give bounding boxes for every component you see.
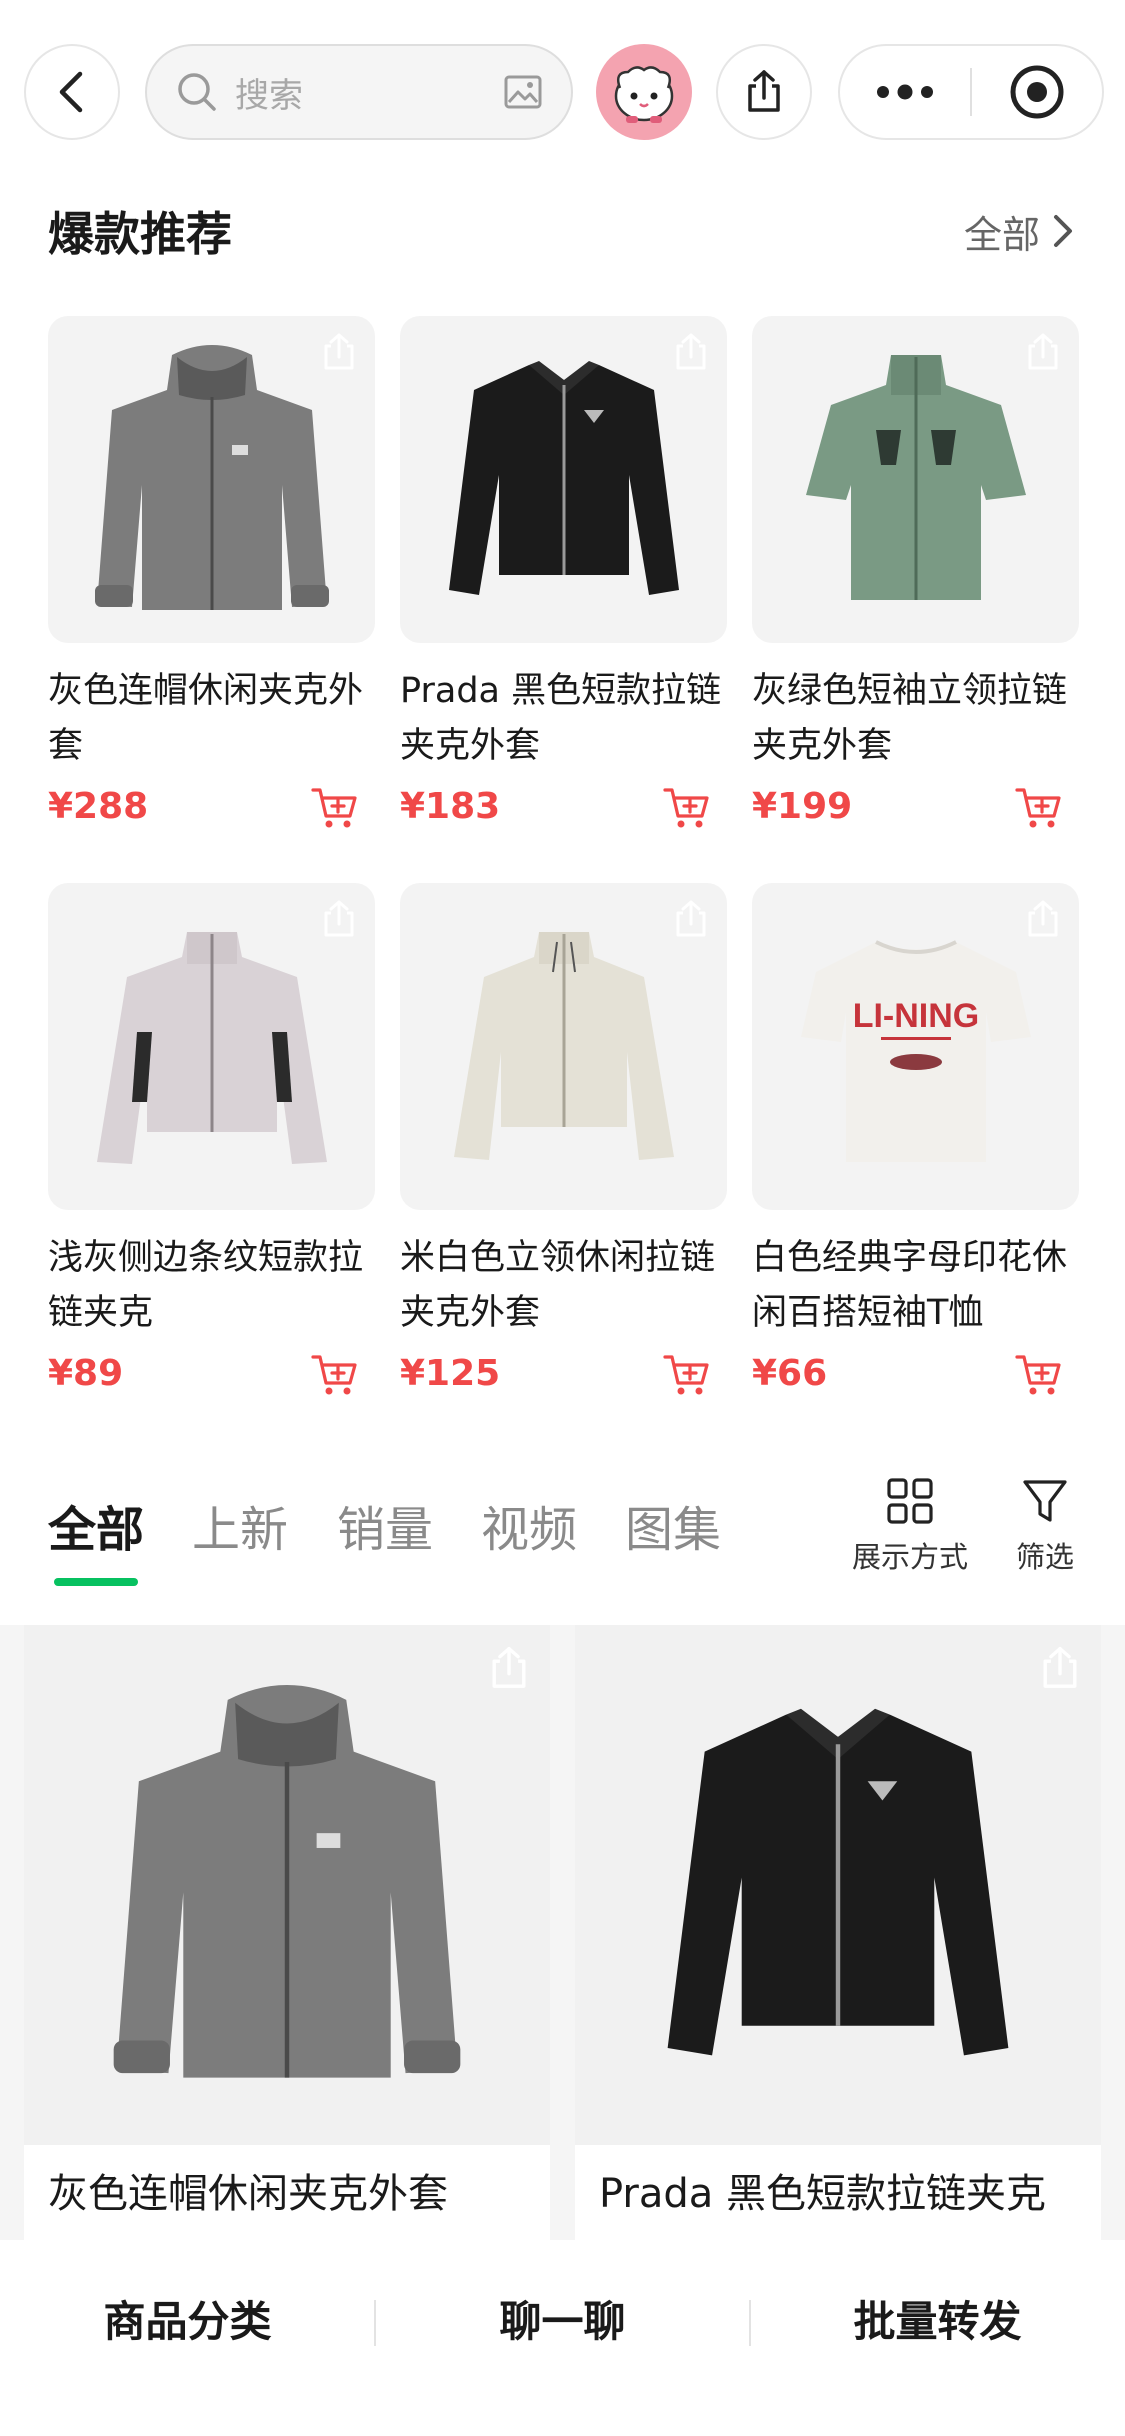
batch-forward-button[interactable]: 批量转发 <box>750 2288 1125 2349</box>
share-icon[interactable] <box>317 330 361 374</box>
product-price: ¥66 <box>752 1353 828 1394</box>
add-to-cart-icon[interactable] <box>662 782 712 832</box>
filter-funnel-icon <box>1023 1480 1067 1522</box>
product-card[interactable]: 米白色立领休闲拉链夹克外套 ¥125 <box>400 883 727 1413</box>
product-image[interactable] <box>400 883 727 1210</box>
share-icon[interactable] <box>1035 1643 1085 1693</box>
active-tab-indicator <box>54 1578 138 1586</box>
product-image[interactable] <box>48 316 375 643</box>
black-cropped-jacket-image <box>667 1708 1009 2056</box>
product-price: ¥183 <box>400 786 501 827</box>
product-name: Prada 黑色短款拉链夹克 <box>599 2171 1046 2217</box>
hot-section-header: 爆款推荐 全部 <box>48 196 1078 266</box>
more-menu-button[interactable] <box>840 46 970 138</box>
share-icon[interactable] <box>484 1643 534 1693</box>
display-mode-label: 展示方式 <box>852 1540 969 1574</box>
product-name: 米白色立领休闲拉链夹克外套 <box>400 1238 716 1333</box>
black-cropped-jacket-image <box>448 360 679 595</box>
product-price: ¥199 <box>752 786 853 827</box>
product-image[interactable] <box>752 316 1079 643</box>
category-button[interactable]: 商品分类 <box>0 2288 375 2349</box>
tshirt-print-text: LI-NING <box>852 997 979 1035</box>
back-button[interactable] <box>24 44 120 140</box>
grid-view-icon <box>887 1478 933 1524</box>
target-close-icon <box>1010 65 1064 119</box>
share-icon[interactable] <box>1021 330 1065 374</box>
chat-button[interactable]: 聊一聊 <box>375 2288 750 2349</box>
product-image[interactable] <box>575 1625 1101 2145</box>
share-icon[interactable] <box>317 897 361 941</box>
product-card[interactable]: 浅灰侧边条纹短款拉链夹克 ¥89 <box>48 883 375 1413</box>
gray-hooded-jacket-image <box>113 1685 461 2078</box>
chevron-left-icon <box>59 71 83 113</box>
sage-short-sleeve-jacket-image <box>805 354 1026 600</box>
product-image[interactable]: LI-NING <box>752 883 1079 1210</box>
product-name: 白色经典字母印花休闲百搭短袖T恤 <box>752 1238 1068 1333</box>
product-price: ¥125 <box>400 1353 501 1394</box>
product-name: 浅灰侧边条纹短款拉链夹克 <box>48 1238 364 1333</box>
share-icon[interactable] <box>1021 897 1065 941</box>
view-all-label: 全部 <box>963 212 1040 257</box>
product-image[interactable] <box>48 883 375 1210</box>
product-name: 灰色连帽休闲夹克外套 <box>48 2171 448 2217</box>
section-title: 爆款推荐 <box>48 207 232 261</box>
product-card[interactable]: Prada 黑色短款拉链夹克外套 ¥183 <box>400 316 727 846</box>
product-name: 灰绿色短袖立领拉链夹克外套 <box>752 671 1068 766</box>
tab-video[interactable]: 视频 <box>481 1490 577 1560</box>
close-mini-program-button[interactable] <box>972 46 1102 138</box>
mini-program-store-page: 搜索 爆款推荐 全部 灰色连帽休闲夹克外套 ¥288 Prada 黑色短款拉链夹… <box>0 0 1125 2436</box>
search-placeholder: 搜索 <box>235 75 303 116</box>
tab-new[interactable]: 上新 <box>192 1490 288 1560</box>
search-input[interactable]: 搜索 <box>145 44 573 140</box>
add-to-cart-icon[interactable] <box>662 1349 712 1399</box>
product-card[interactable]: 灰色连帽休闲夹克外套 ¥288 <box>48 316 375 846</box>
display-mode-button[interactable]: 展示方式 <box>852 1476 968 1576</box>
product-image[interactable] <box>400 316 727 643</box>
share-icon[interactable] <box>669 330 713 374</box>
chevron-right-icon <box>1054 215 1072 247</box>
view-all-link[interactable]: 全部 <box>964 204 1078 259</box>
product-card[interactable]: LI-NING 白色经典字母印花休闲百搭短袖T恤 ¥66 <box>752 883 1079 1413</box>
image-search-icon[interactable] <box>503 72 543 112</box>
product-price: ¥288 <box>48 786 149 827</box>
top-nav-bar: 搜索 <box>0 44 1125 148</box>
search-icon <box>178 73 216 111</box>
product-tabs: 全部 上新 销量 视频 图集 展示方式 筛选 <box>0 1470 1125 1600</box>
tab-gallery[interactable]: 图集 <box>625 1490 721 1560</box>
share-icon[interactable] <box>669 897 713 941</box>
filter-button[interactable]: 筛选 <box>1016 1476 1074 1576</box>
mini-program-capsule <box>838 44 1104 140</box>
tab-sales[interactable]: 销量 <box>337 1490 433 1560</box>
white-logo-tshirt-image: LI-NING <box>800 939 1031 1162</box>
more-dots-icon <box>877 84 933 100</box>
product-image[interactable] <box>24 1625 550 2145</box>
add-to-cart-icon[interactable] <box>310 782 360 832</box>
product-price: ¥89 <box>48 1353 124 1394</box>
light-gray-stripe-jacket-image <box>96 931 327 1164</box>
product-name: Prada 黑色短款拉链夹克外套 <box>400 671 722 766</box>
share-icon <box>748 70 780 112</box>
add-to-cart-icon[interactable] <box>1014 782 1064 832</box>
mascot-avatar-icon <box>614 66 674 123</box>
tab-all[interactable]: 全部 <box>48 1490 144 1560</box>
gray-hooded-jacket-image <box>94 344 329 610</box>
share-button[interactable] <box>716 44 812 140</box>
bottom-action-bar: 商品分类 聊一聊 批量转发 <box>0 2240 1125 2436</box>
product-name: 灰色连帽休闲夹克外套 <box>48 671 364 766</box>
avatar[interactable] <box>596 44 692 140</box>
add-to-cart-icon[interactable] <box>1014 1349 1064 1399</box>
add-to-cart-icon[interactable] <box>310 1349 360 1399</box>
filter-label: 筛选 <box>1016 1540 1075 1574</box>
off-white-jacket-image <box>453 931 674 1160</box>
product-card[interactable]: 灰绿色短袖立领拉链夹克外套 ¥199 <box>752 316 1079 846</box>
